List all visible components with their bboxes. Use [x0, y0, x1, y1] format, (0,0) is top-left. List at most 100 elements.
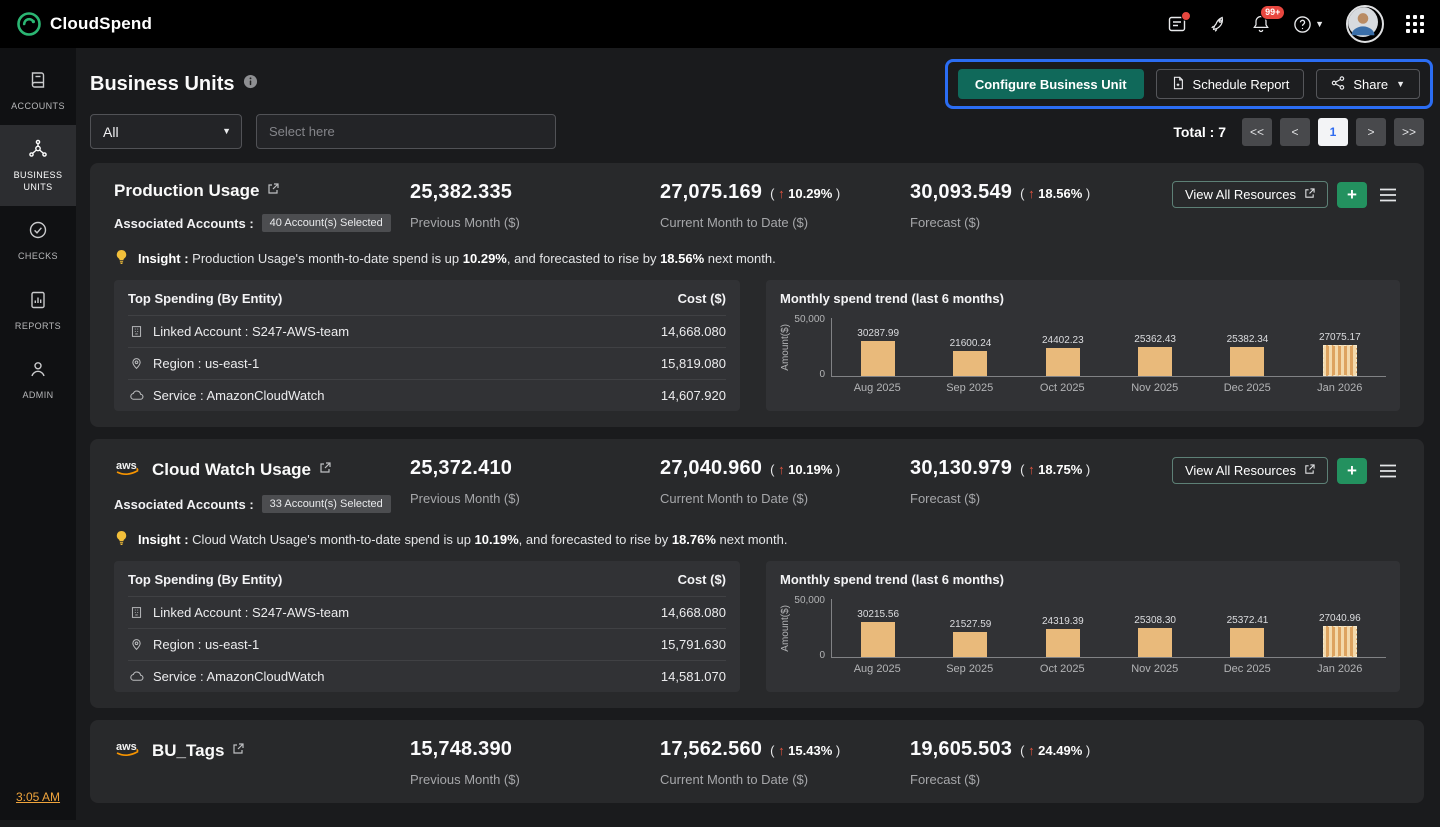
- help-icon: [1293, 15, 1312, 34]
- metric: 19,605.503( ↑ 24.49% )Forecast ($): [910, 738, 1160, 787]
- type-filter-dropdown[interactable]: All ▼: [90, 114, 242, 149]
- sidebar-item-accounts[interactable]: ACCOUNTS: [0, 56, 76, 125]
- x-tick-label: Sep 2025: [924, 382, 1017, 394]
- aws-logo-icon: aws: [114, 457, 144, 482]
- apps-grid-icon[interactable]: [1406, 15, 1424, 33]
- feedback-icon[interactable]: [1167, 14, 1187, 34]
- info-icon[interactable]: [243, 74, 258, 94]
- brand[interactable]: CloudSpend: [16, 11, 152, 37]
- bar-value-label: 25308.30: [1134, 615, 1176, 626]
- trend-bar[interactable]: [953, 632, 987, 657]
- user-avatar[interactable]: [1346, 5, 1384, 43]
- sidebar-item-admin[interactable]: ADMIN: [0, 345, 76, 414]
- pagination-next-button[interactable]: >: [1356, 118, 1386, 146]
- pagination-last-button[interactable]: >>: [1394, 118, 1424, 146]
- trend-bar[interactable]: [1046, 348, 1080, 376]
- external-link-icon[interactable]: [267, 182, 279, 200]
- business-units-icon: [28, 139, 48, 163]
- trend-bar[interactable]: [1138, 628, 1172, 657]
- sidebar-item-checks[interactable]: CHECKS: [0, 206, 76, 275]
- spending-cost-value: 14,668.080: [661, 605, 726, 620]
- spend-trend-panel: Monthly spend trend (last 6 months) Amou…: [766, 280, 1400, 411]
- chart-area: Amount($)50,000030215.5621527.5924319.39…: [780, 599, 1386, 675]
- bar-value-label: 30215.56: [857, 609, 899, 620]
- business-unit-name[interactable]: BU_Tags: [152, 741, 224, 761]
- bar-value-label: 25382.34: [1227, 334, 1269, 345]
- metric-delta: ( ↑ 18.75% ): [1020, 462, 1090, 477]
- view-all-resources-button[interactable]: View All Resources: [1172, 181, 1328, 208]
- metrics: 25,372.410Previous Month ($)27,040.960 ( …: [410, 457, 1172, 506]
- insight-row: Insight : Cloud Watch Usage's month-to-d…: [114, 530, 1400, 549]
- linked-account-icon: [128, 325, 144, 338]
- pagination-page-1-button[interactable]: 1: [1318, 118, 1348, 146]
- associated-accounts-row: Associated Accounts : 40 Account(s) Sele…: [114, 214, 410, 232]
- page-header: Business Units Configure Business Unit: [90, 48, 1424, 112]
- chevron-down-icon: ▼: [1396, 80, 1405, 89]
- business-unit-name[interactable]: Cloud Watch Usage: [152, 460, 311, 480]
- accounts-selected-badge: 40 Account(s) Selected: [262, 214, 391, 232]
- reports-icon: [28, 290, 48, 314]
- sidebar-item-reports[interactable]: REPORTS: [0, 276, 76, 345]
- trend-bar[interactable]: [861, 622, 895, 657]
- spending-cost-value: 14,668.080: [661, 324, 726, 339]
- sidebar-item-business-units[interactable]: BUSINESS UNITS: [0, 125, 76, 206]
- card-header-row: aws Cloud Watch Usage Associated Account…: [114, 457, 1400, 513]
- trend-bar[interactable]: [1138, 347, 1172, 376]
- bar-value-label: 25372.41: [1227, 615, 1269, 626]
- metric: 30,093.549( ↑ 18.56% )Forecast ($): [910, 181, 1160, 230]
- bar-value-label: 27040.96: [1319, 613, 1361, 624]
- cost-column-header: Cost ($): [678, 572, 726, 587]
- business-unit-card: Production Usage Associated Accounts : 4…: [90, 163, 1424, 427]
- trend-bar[interactable]: [1230, 628, 1264, 657]
- cost-column-header: Cost ($): [678, 291, 726, 306]
- bar-value-label: 25362.43: [1134, 334, 1176, 345]
- metric-delta: ( ↑ 15.43% ): [770, 743, 840, 758]
- card-menu-icon[interactable]: [1376, 461, 1400, 481]
- metrics: 25,382.335Previous Month ($)27,075.169( …: [410, 181, 1172, 230]
- time-link[interactable]: 3:05 AM: [16, 790, 60, 804]
- trend-bar[interactable]: [861, 341, 895, 376]
- business-unit-name[interactable]: Production Usage: [114, 181, 259, 201]
- trend-bar[interactable]: [953, 351, 987, 376]
- bar-value-label: 24402.23: [1042, 335, 1084, 346]
- spend-trend-panel: Monthly spend trend (last 6 months) Amou…: [766, 561, 1400, 692]
- insight-bulb-icon: [114, 249, 129, 268]
- card-actions: View All Resources +: [1172, 457, 1400, 484]
- pagination-first-button[interactable]: <<: [1242, 118, 1272, 146]
- schedule-report-button[interactable]: Schedule Report: [1156, 69, 1305, 99]
- spending-row: Linked Account : S247-AWS-team 14,668.080: [128, 315, 726, 347]
- notifications-bell-icon[interactable]: 99+: [1251, 14, 1271, 34]
- bar-plot: 30215.5621527.5924319.3925308.3025372.41…: [831, 599, 1386, 658]
- bar-column: 27040.96: [1294, 613, 1386, 657]
- view-all-resources-button[interactable]: View All Resources: [1172, 457, 1328, 484]
- spending-entity-label: Linked Account : S247-AWS-team: [153, 324, 349, 339]
- business-unit-search-input[interactable]: [256, 114, 556, 149]
- help-menu[interactable]: ▼: [1293, 15, 1324, 34]
- card-menu-icon[interactable]: [1376, 185, 1400, 205]
- sidebar-label: ADMIN: [23, 390, 54, 402]
- trend-bar[interactable]: [1230, 347, 1264, 376]
- metric-label: Previous Month ($): [410, 491, 660, 506]
- spending-entity-label: Service : AmazonCloudWatch: [153, 669, 324, 684]
- trend-bar[interactable]: [1046, 629, 1080, 657]
- trend-bar[interactable]: [1323, 345, 1357, 376]
- spending-entity-label: Region : us-east-1: [153, 356, 259, 371]
- metric: 17,562.560( ↑ 15.43% )Current Month to D…: [660, 738, 910, 787]
- metric-value: 27,040.960: [660, 457, 762, 480]
- rocket-icon[interactable]: [1209, 14, 1229, 34]
- pagination-prev-button[interactable]: <: [1280, 118, 1310, 146]
- metric: 25,372.410Previous Month ($): [410, 457, 660, 506]
- trend-bar[interactable]: [1323, 626, 1357, 657]
- external-link-icon[interactable]: [232, 742, 244, 760]
- configure-business-unit-button[interactable]: Configure Business Unit: [958, 69, 1144, 99]
- add-button[interactable]: +: [1337, 458, 1367, 484]
- associated-accounts-row: Associated Accounts : 33 Account(s) Sele…: [114, 495, 410, 513]
- x-tick-label: Nov 2025: [1109, 663, 1202, 675]
- bar-column: 30287.99: [832, 328, 924, 376]
- spending-rows: Linked Account : S247-AWS-team14,668.080…: [128, 596, 726, 692]
- add-button[interactable]: +: [1337, 182, 1367, 208]
- y-tick-label: 0: [819, 369, 825, 380]
- share-button[interactable]: Share ▼: [1316, 69, 1420, 99]
- external-link-icon[interactable]: [319, 461, 331, 479]
- top-spending-title: Top Spending (By Entity): [128, 572, 282, 587]
